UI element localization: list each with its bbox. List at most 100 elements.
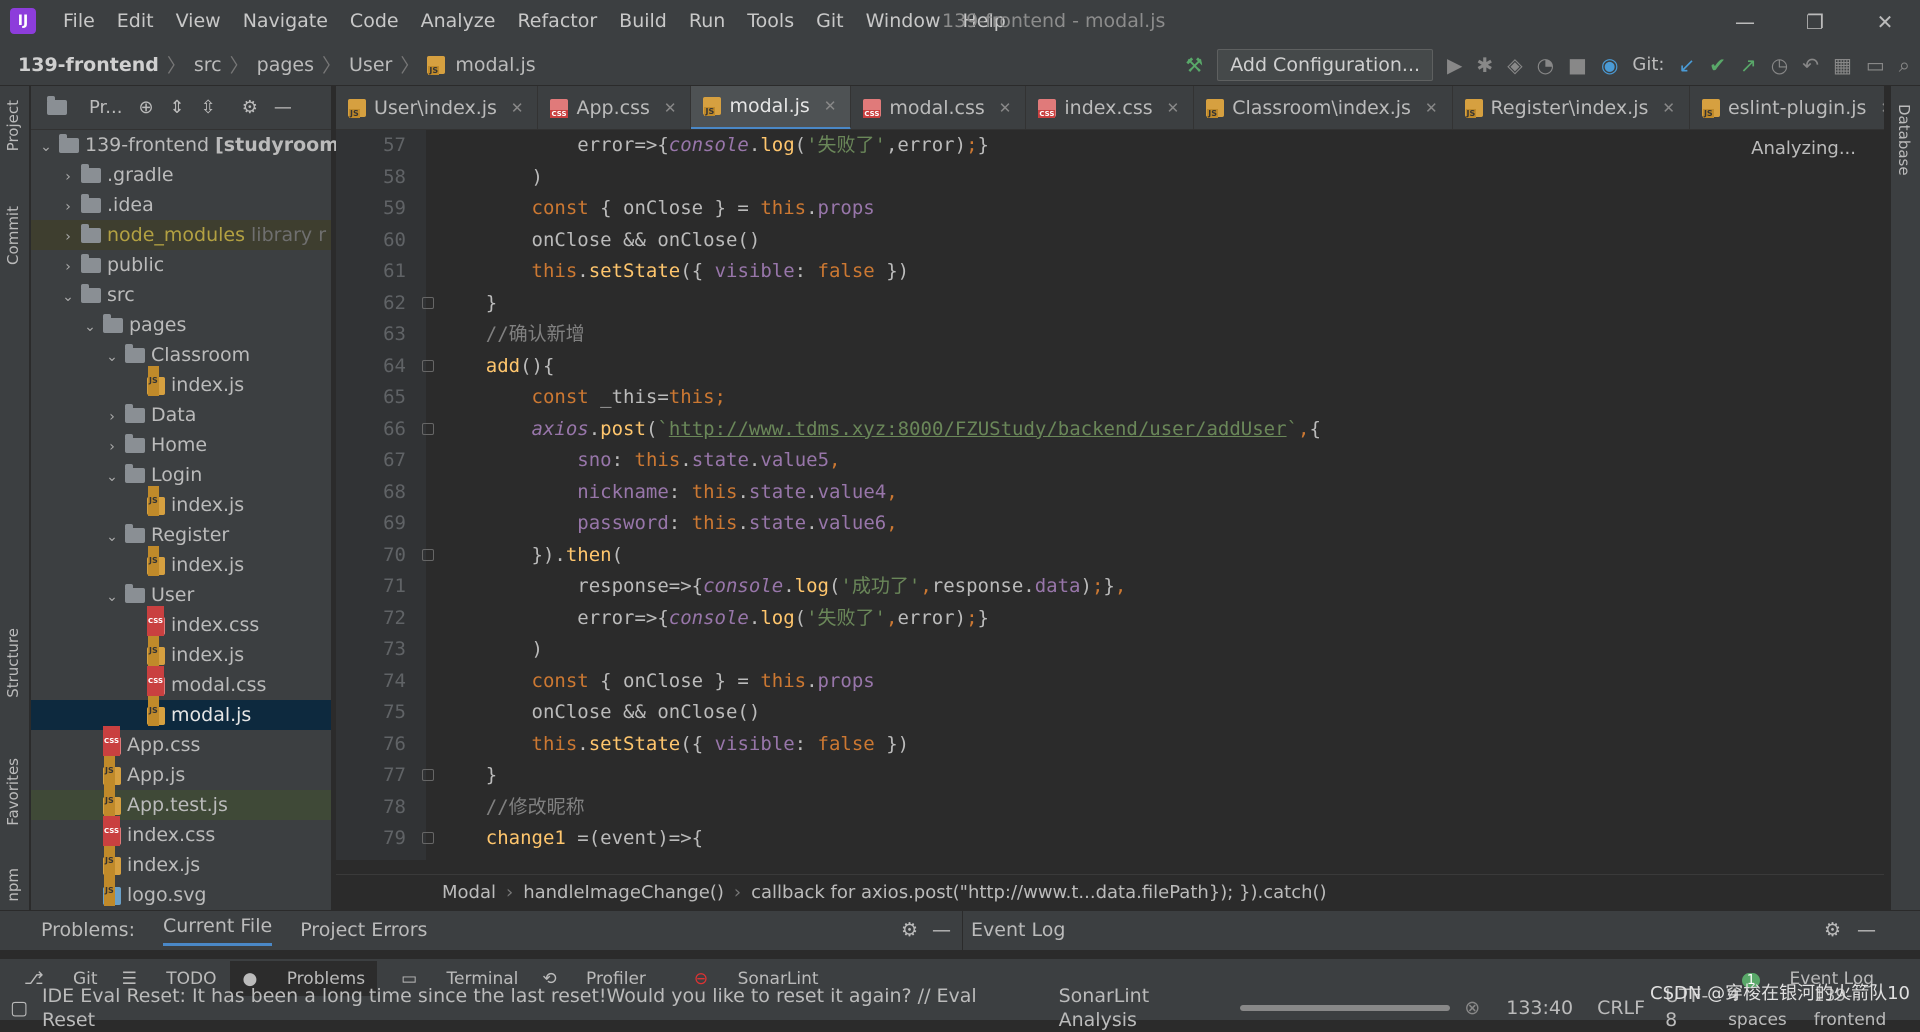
search-icon[interactable]: ⌕ [1899,53,1910,77]
code-text[interactable]: onClose && onClose() [440,225,761,257]
project-structure-icon[interactable]: ▦ [1833,53,1852,77]
chevron-right-icon[interactable]: › [59,162,77,192]
tree-item[interactable]: › node_modules library r [31,220,331,250]
chevron-down-icon[interactable]: ⌄ [103,462,121,492]
fold-marker-icon[interactable] [422,296,434,309]
close-tab-icon[interactable]: ✕ [664,99,677,117]
project-view-selector[interactable]: Pr... [89,97,122,118]
close-tab-icon[interactable]: ✕ [1880,99,1884,117]
chevron-down-icon[interactable]: ⌄ [37,132,55,162]
fold-marker-icon[interactable] [422,548,434,561]
expand-all-icon[interactable]: ⇕ [170,97,185,118]
tree-item[interactable]: logo.svg [31,875,331,910]
editor-tab[interactable]: User\index.js ✕ [336,86,539,129]
git-push-icon[interactable]: ↗ [1740,53,1757,77]
chevron-right-icon[interactable]: › [59,252,77,282]
breadcrumb-src[interactable]: src [194,54,222,76]
chevron-down-icon[interactable]: ⌄ [103,582,121,612]
tree-item[interactable]: › .idea [31,190,331,220]
status-message[interactable]: IDE Eval Reset: It has been a long time … [42,984,993,1032]
close-tab-icon[interactable]: ✕ [1662,99,1675,117]
code-text[interactable]: axios.post(`http://www.tdms.xyz:8000/FZU… [440,414,1321,446]
tree-item[interactable]: App.test.js [31,785,331,820]
code-text[interactable]: //修改昵称 [440,792,585,824]
build-hammer-icon[interactable]: ⚒ [1185,53,1203,77]
tree-item[interactable]: › public [31,250,331,280]
close-tab-icon[interactable]: ✕ [999,99,1012,117]
close-tab-icon[interactable]: ✕ [824,97,837,115]
editor-tab[interactable]: modal.js ✕ [691,86,852,129]
crumb-method[interactable]: handleImageChange() [523,882,724,903]
restore-button[interactable]: ❐ [1780,10,1850,34]
hide-icon[interactable]: — [932,919,951,941]
close-tab-icon[interactable]: ✕ [511,99,524,117]
fold-marker-icon[interactable] [422,422,434,435]
cancel-icon[interactable]: ⊗ [1464,996,1480,1020]
gear-icon[interactable]: ⚙ [901,919,918,941]
code-text[interactable]: add(){ [440,351,555,383]
crumb-callback[interactable]: callback for axios.post("http://www.t...… [751,882,1326,903]
gear-icon[interactable]: ⚙ [1824,919,1841,941]
select-opened-file-icon[interactable]: ⊕ [138,97,153,118]
menu-git[interactable]: Git [805,0,854,43]
code-text[interactable]: onClose && onClose() [440,697,761,729]
code-text[interactable]: password: this.state.value6, [440,508,897,540]
code-text[interactable]: error=>{console.log('失败了',error);} [440,603,989,635]
code-text[interactable]: ) [440,634,543,666]
breadcrumb-project[interactable]: 139-frontend [18,54,159,76]
code-text[interactable]: } [440,760,497,792]
gear-icon[interactable]: ⚙ [242,97,258,118]
tree-item[interactable]: ⌄ 139-frontend [studyroomb [31,130,353,162]
run-icon[interactable]: ▶ [1447,53,1462,77]
line-separator[interactable]: CRLF [1597,996,1645,1020]
code-text[interactable]: nickname: this.state.value4, [440,477,897,509]
tree-item[interactable]: ⌄ Classroom [31,340,331,370]
tree-item[interactable]: index.js [31,635,331,670]
code-view[interactable]: 57 error=>{console.log('失败了',error);} 58 … [336,130,1884,860]
tree-item[interactable]: › .gradle [31,160,331,190]
menu-analyze[interactable]: Analyze [410,0,507,43]
crumb-class[interactable]: Modal [442,882,496,903]
chevron-right-icon[interactable]: › [103,432,121,462]
code-text[interactable]: //确认新增 [440,319,585,351]
tree-item[interactable]: App.css [31,725,331,760]
code-text[interactable]: change1 =(event)=>{ [440,823,703,855]
tab-project-errors[interactable]: Project Errors [300,919,427,941]
search-everywhere-icon[interactable]: ◉ [1601,53,1618,77]
code-text[interactable]: const { onClose } = this.props [440,193,875,225]
git-commit-icon[interactable]: ✔ [1709,53,1726,77]
code-text[interactable]: response=>{console.log('成功了',response.da… [440,571,1126,603]
menu-run[interactable]: Run [678,0,736,43]
editor-tab[interactable]: App.css ✕ [538,86,692,129]
tree-item[interactable]: modal.css [31,665,331,700]
editor-tab[interactable]: index.css ✕ [1026,86,1195,129]
chevron-down-icon[interactable]: ⌄ [103,342,121,372]
project-tool-tab[interactable]: Project [4,100,22,151]
fold-marker-icon[interactable] [422,832,434,844]
menu-navigate[interactable]: Navigate [232,0,339,43]
git-update-icon[interactable]: ↙ [1678,53,1695,77]
editor-tab[interactable]: Register\index.js ✕ [1453,86,1690,129]
coverage-icon[interactable]: ◈ [1507,53,1522,77]
close-button[interactable]: ✕ [1850,10,1920,34]
structure-tool-tab[interactable]: Structure [4,628,22,698]
minimize-button[interactable]: — [1710,10,1780,34]
editor-tab[interactable]: modal.css ✕ [851,86,1027,129]
menu-refactor[interactable]: Refactor [506,0,608,43]
tree-item[interactable]: ⌄ User [31,580,331,610]
tree-item[interactable]: App.js [31,755,331,790]
breadcrumb-pages[interactable]: pages [257,54,314,76]
favorites-tool-tab[interactable]: Favorites [4,758,22,826]
fold-marker-icon[interactable] [422,359,434,372]
code-text[interactable]: const _this=this; [440,382,726,414]
editor-tab[interactable]: eslint-plugin.js ✕ [1690,86,1884,129]
history-icon[interactable]: ◷ [1771,53,1788,77]
chevron-right-icon[interactable]: › [103,402,121,432]
menu-build[interactable]: Build [608,0,678,43]
close-tab-icon[interactable]: ✕ [1167,99,1180,117]
collapse-all-icon[interactable]: ⇳ [201,97,216,118]
add-configuration-button[interactable]: Add Configuration... [1217,48,1434,81]
code-text[interactable]: } [440,288,497,320]
breadcrumb-file[interactable]: modal.js [455,54,535,76]
tree-item[interactable]: index.js [31,545,331,580]
